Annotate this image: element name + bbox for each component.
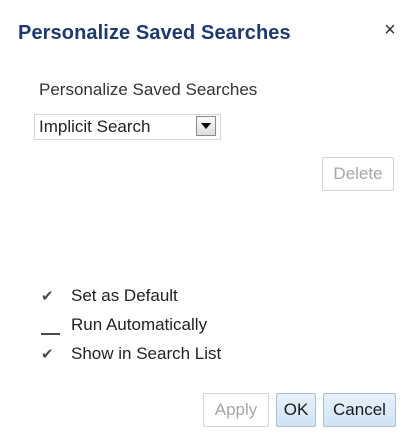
show-in-search-list-label: Show in Search List — [71, 344, 222, 363]
personalize-saved-searches-dialog: Personalize Saved Searches × Personalize… — [0, 0, 407, 440]
saved-search-selected-value: Implicit Search — [39, 117, 151, 136]
set-as-default-label: Set as Default — [71, 286, 178, 305]
saved-search-label: Personalize Saved Searches — [39, 80, 258, 99]
run-automatically-label: Run Automatically — [71, 315, 208, 334]
cancel-button[interactable]: Cancel — [323, 393, 396, 427]
delete-button[interactable]: Delete — [322, 157, 394, 191]
check-icon: ✔ — [41, 345, 54, 363]
chevron-down-icon[interactable] — [196, 116, 216, 136]
saved-search-select[interactable]: Implicit Search — [34, 114, 221, 140]
unchecked-icon — [41, 314, 63, 336]
check-icon: ✔ — [41, 287, 54, 305]
apply-button[interactable]: Apply — [203, 393, 269, 427]
dialog-title: Personalize Saved Searches — [18, 22, 291, 44]
ok-button[interactable]: OK — [276, 393, 316, 427]
close-icon[interactable]: × — [381, 19, 399, 41]
